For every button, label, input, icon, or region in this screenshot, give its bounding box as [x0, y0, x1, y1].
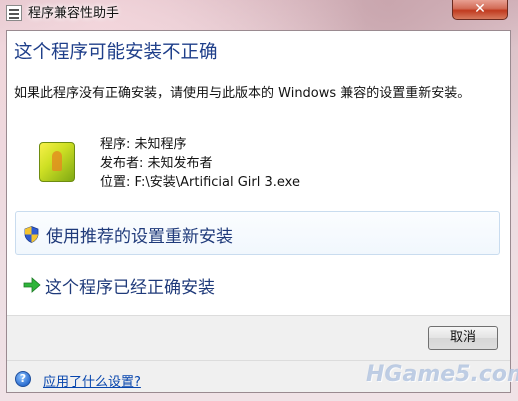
dialog-heading: 这个程序可能安装不正确: [14, 42, 218, 63]
program-info: 程序: 未知程序 发布者: 未知发布者 位置: F:\安装\Artificial…: [100, 135, 300, 192]
uac-shield-icon: [24, 226, 39, 243]
cancel-button[interactable]: 取消: [428, 326, 498, 350]
site-watermark: HGame5.com: [366, 362, 518, 387]
program-publisher: 发布者: 未知发布者: [100, 156, 213, 171]
installed-correctly-option[interactable]: 这个程序已经正确安装: [15, 263, 500, 307]
dialog-description: 如果此程序没有正确安装，请使用与此版本的 Windows 兼容的设置重新安装。: [14, 86, 471, 101]
settings-applied-link[interactable]: 应用了什么设置?: [43, 371, 141, 390]
program-location: 位置: F:\安装\Artificial Girl 3.exe: [100, 175, 300, 190]
installed-option-label: 这个程序已经正确安装: [45, 278, 215, 298]
program-name: 程序: 未知程序: [100, 137, 187, 152]
program-icon: [39, 142, 75, 182]
window-frame: 程序兼容性助手 ✕ 这个程序可能安装不正确 如果此程序没有正确安装，请使用与此版…: [0, 0, 518, 401]
help-icon[interactable]: ?: [15, 371, 31, 387]
close-button[interactable]: ✕: [452, 0, 508, 20]
app-window-icon: [6, 5, 22, 21]
green-arrow-icon: [23, 277, 41, 293]
window-title: 程序兼容性助手: [28, 6, 120, 21]
dialog-content: 这个程序可能安装不正确 如果此程序没有正确安装，请使用与此版本的 Windows…: [6, 30, 511, 393]
help-divider: [7, 360, 510, 361]
reinstall-recommended-option[interactable]: 使用推荐的设置重新安装: [15, 211, 500, 255]
reinstall-option-label: 使用推荐的设置重新安装: [46, 227, 233, 247]
title-bar[interactable]: 程序兼容性助手 ✕: [0, 0, 518, 30]
